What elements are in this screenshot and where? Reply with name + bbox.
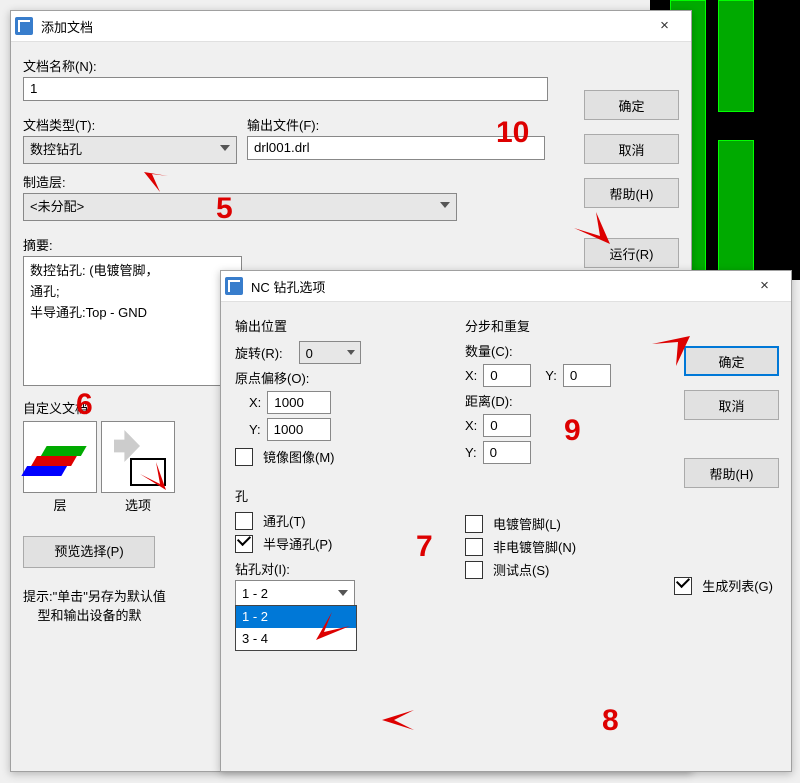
drill-pair-item[interactable]: 1 - 2 xyxy=(236,606,356,628)
mirror-checkbox[interactable] xyxy=(235,448,253,466)
partial-label: 半导通孔(P) xyxy=(263,534,332,553)
nc-help-button[interactable]: 帮助(H) xyxy=(684,458,779,488)
chevron-down-icon xyxy=(347,350,355,355)
drill-pair-item[interactable]: 3 - 4 xyxy=(236,628,356,650)
summary-label: 摘要: xyxy=(23,235,553,254)
options-caption: 选项 xyxy=(101,493,175,514)
generate-list-label: 生成列表(G) xyxy=(702,576,773,595)
step-repeat-label: 分步和重复 xyxy=(465,316,655,335)
chevron-down-icon xyxy=(338,590,348,596)
nonplated-label: 非电镀管脚(N) xyxy=(493,537,576,556)
output-file-label: 输出文件(F): xyxy=(247,115,553,134)
drill-pair-menu: 1 - 2 3 - 4 xyxy=(235,605,357,651)
origin-x-input[interactable] xyxy=(267,391,331,414)
dialog-title: NC 钻孔选项 xyxy=(251,277,742,296)
rotate-select[interactable]: 0 xyxy=(299,341,361,364)
testpoint-label: 测试点(S) xyxy=(493,560,549,579)
drill-pair-label: 钻孔对(I): xyxy=(235,559,435,578)
help-button[interactable]: 帮助(H) xyxy=(584,178,679,208)
titlebar: NC 钻孔选项 × xyxy=(221,271,791,302)
doc-type-value: 数控钻孔 xyxy=(30,142,82,157)
dist-y-input[interactable] xyxy=(483,441,531,464)
through-label: 通孔(T) xyxy=(263,511,306,530)
layers-button[interactable] xyxy=(23,421,97,493)
plated-label: 电镀管脚(L) xyxy=(493,514,561,533)
origin-offset-label: 原点偏移(O): xyxy=(235,368,435,387)
close-icon[interactable]: × xyxy=(642,11,687,41)
doc-type-label: 文档类型(T): xyxy=(23,115,233,134)
count-label: 数量(C): xyxy=(465,341,655,360)
doc-name-input[interactable] xyxy=(23,77,548,101)
fab-layer-select[interactable]: <未分配> xyxy=(23,193,457,221)
run-button[interactable]: 运行(R) xyxy=(584,238,679,268)
holes-label: 孔 xyxy=(235,486,435,505)
distance-label: 距离(D): xyxy=(465,391,655,410)
generate-list-checkbox[interactable] xyxy=(674,577,692,595)
nc-cancel-button[interactable]: 取消 xyxy=(684,390,779,420)
dialog-title: 添加文档 xyxy=(41,17,642,36)
summary-box: 数控钻孔: (电镀管脚， 通孔; 半导通孔:Top - GND xyxy=(23,256,242,386)
nc-ok-button[interactable]: 确定 xyxy=(684,346,779,376)
layers-caption: 层 xyxy=(23,493,97,514)
mirror-label: 镜像图像(M) xyxy=(263,447,335,466)
nonplated-checkbox[interactable] xyxy=(465,538,483,556)
doc-name-label: 文档名称(N): xyxy=(23,56,553,75)
origin-y-input[interactable] xyxy=(267,418,331,441)
preview-button[interactable]: 预览选择(P) xyxy=(23,536,155,568)
count-x-input[interactable] xyxy=(483,364,531,387)
nc-drill-dialog: NC 钻孔选项 × 输出位置 旋转(R): 0 原点偏移(O): X: xyxy=(220,270,792,772)
doc-type-select[interactable]: 数控钻孔 xyxy=(23,136,237,164)
fab-layer-label: 制造层: xyxy=(23,172,553,191)
cancel-button[interactable]: 取消 xyxy=(584,134,679,164)
ok-button[interactable]: 确定 xyxy=(584,90,679,120)
output-position-label: 输出位置 xyxy=(235,316,435,335)
drill-pair-select[interactable]: 1 - 2 1 - 2 3 - 4 xyxy=(235,580,355,607)
close-icon[interactable]: × xyxy=(742,271,787,301)
dist-x-input[interactable] xyxy=(483,414,531,437)
chevron-down-icon xyxy=(440,202,450,208)
chevron-down-icon xyxy=(220,145,230,151)
app-icon xyxy=(225,277,243,295)
titlebar: 添加文档 × xyxy=(11,11,691,42)
fab-layer-value: <未分配> xyxy=(30,199,84,214)
app-icon xyxy=(15,17,33,35)
count-y-input[interactable] xyxy=(563,364,611,387)
through-checkbox[interactable] xyxy=(235,512,253,530)
output-file-input[interactable] xyxy=(247,136,545,160)
partial-checkbox[interactable] xyxy=(235,535,253,553)
testpoint-checkbox[interactable] xyxy=(465,561,483,579)
options-button[interactable] xyxy=(101,421,175,493)
plated-checkbox[interactable] xyxy=(465,515,483,533)
rotate-label: 旋转(R): xyxy=(235,343,283,362)
